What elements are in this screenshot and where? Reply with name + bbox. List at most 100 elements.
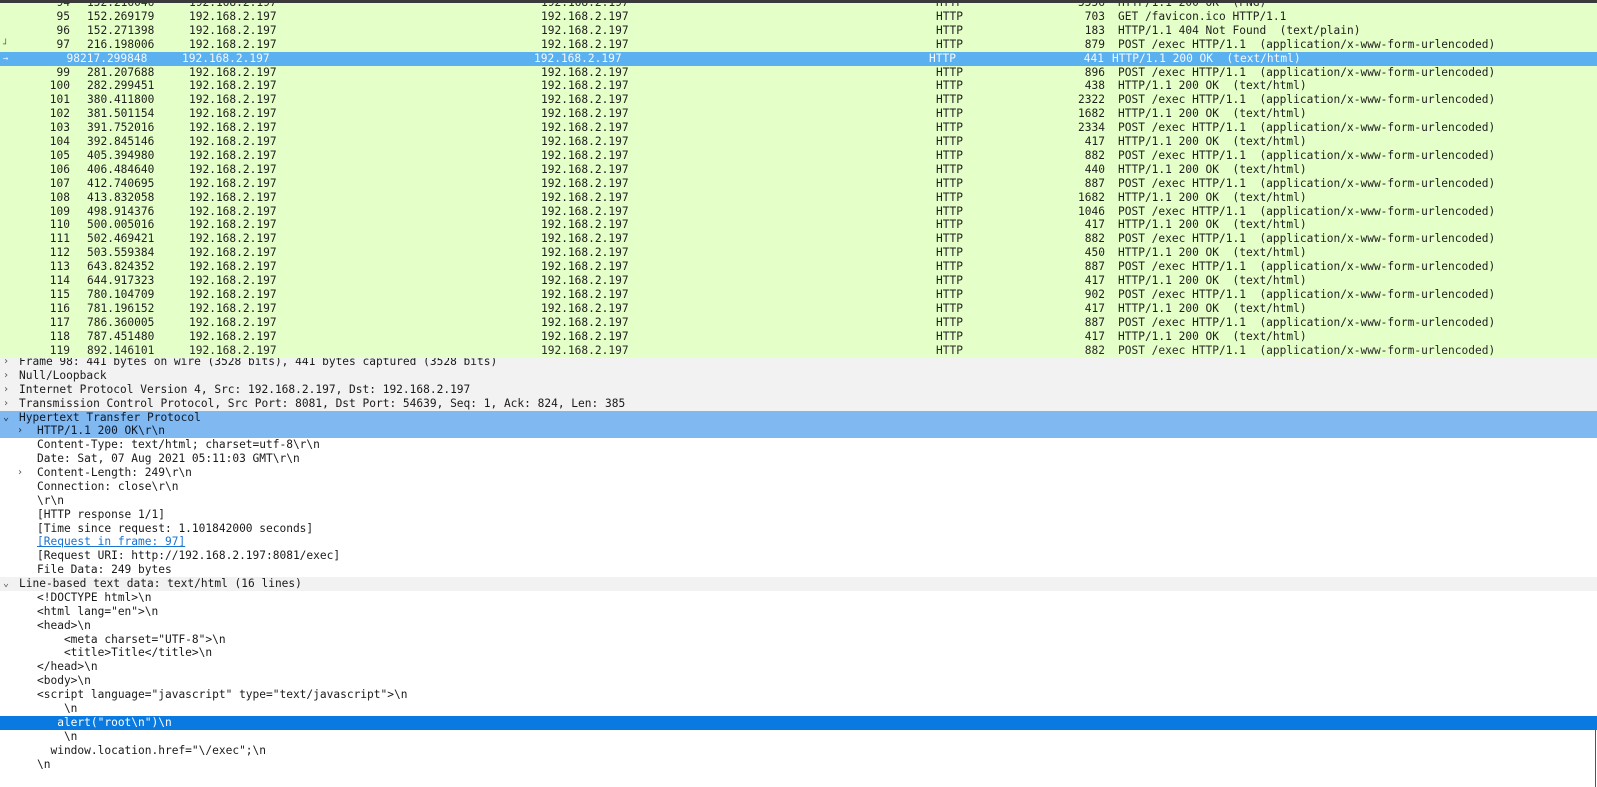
packet-source: 192.168.2.197: [189, 343, 277, 357]
detail-tree-item[interactable]: <head>\n: [0, 619, 1597, 633]
packet-row[interactable]: 102 381.501154 192.168.2.197 192.168.2.1…: [0, 107, 1597, 121]
packet-row[interactable]: 118 787.451480 192.168.2.197 192.168.2.1…: [0, 330, 1597, 344]
detail-tree-item[interactable]: Date: Sat, 07 Aug 2021 05:11:03 GMT\r\n: [0, 452, 1597, 466]
packet-number: 104: [49, 135, 70, 148]
packet-protocol: HTTP: [936, 162, 963, 176]
packet-destination: 192.168.2.197: [541, 107, 629, 121]
packet-list[interactable]: 94 152.216046 192.168.2.197 192.168.2.19…: [0, 3, 1597, 358]
detail-tree-item[interactable]: [Request URI: http://192.168.2.197:8081/…: [0, 549, 1597, 563]
packet-row[interactable]: 111 502.469421 192.168.2.197 192.168.2.1…: [0, 232, 1597, 246]
detail-tree-item[interactable]: Content-Type: text/html; charset=utf-8\r…: [0, 438, 1597, 452]
detail-tree-item-label: <body>\n: [37, 674, 91, 688]
packet-info: HTTP/1.1 200 OK (text/html): [1118, 301, 1307, 315]
detail-tree-item[interactable]: <!DOCTYPE html>\n: [0, 591, 1597, 605]
packet-row[interactable]: 119 892.146101 192.168.2.197 192.168.2.1…: [0, 344, 1597, 358]
packet-number: 116: [49, 301, 70, 315]
packet-time: 282.299451: [87, 79, 155, 93]
packet-row[interactable]: 116 781.196152 192.168.2.197 192.168.2.1…: [0, 302, 1597, 316]
packet-destination: 192.168.2.197: [541, 301, 629, 315]
packet-row[interactable]: 106 406.484640 192.168.2.197 192.168.2.1…: [0, 163, 1597, 177]
detail-tree-item[interactable]: <body>\n: [0, 674, 1597, 688]
detail-tree-item[interactable]: › HTTP/1.1 200 OK\r\n: [0, 424, 1597, 439]
packet-source: 192.168.2.197: [189, 190, 277, 204]
detail-tree-item[interactable]: › Content-Length: 249\r\n: [0, 466, 1597, 480]
packet-info: POST /exec HTTP/1.1 (application/x-www-f…: [1118, 343, 1496, 357]
detail-tree-item[interactable]: <title>Title</title>\n: [0, 646, 1597, 660]
packet-row[interactable]: 117 786.360005 192.168.2.197 192.168.2.1…: [0, 316, 1597, 330]
packet-row[interactable]: 112 503.559384 192.168.2.197 192.168.2.1…: [0, 246, 1597, 260]
detail-tree-item-label: Date: Sat, 07 Aug 2021 05:11:03 GMT\r\n: [37, 452, 300, 466]
expand-toggle-icon[interactable]: ›: [17, 466, 23, 480]
expand-toggle-icon[interactable]: ⌄: [3, 577, 9, 591]
detail-tree-item[interactable]: › Null/Loopback: [0, 368, 1597, 383]
packet-row[interactable]: 110 500.005016 192.168.2.197 192.168.2.1…: [0, 218, 1597, 232]
packet-row[interactable]: 99 281.207688 192.168.2.197 192.168.2.19…: [0, 66, 1597, 80]
detail-tree-item-label: Line-based text data: text/html (16 line…: [19, 577, 302, 591]
packet-row[interactable]: 113 643.824352 192.168.2.197 192.168.2.1…: [0, 260, 1597, 274]
detail-tree-item[interactable]: [Request in frame: 97]: [0, 535, 1597, 549]
packet-row[interactable]: 100 282.299451 192.168.2.197 192.168.2.1…: [0, 79, 1597, 93]
packet-source: 192.168.2.197: [189, 260, 277, 274]
detail-tree-item[interactable]: [HTTP response 1/1]: [0, 508, 1597, 522]
packet-row[interactable]: 109 498.914376 192.168.2.197 192.168.2.1…: [0, 205, 1597, 219]
detail-tree-item[interactable]: › Internet Protocol Version 4, Src: 192.…: [0, 382, 1597, 397]
detail-tree-item[interactable]: window.location.href="\/exec";\n: [0, 744, 1597, 758]
packet-time: 780.104709: [87, 287, 155, 301]
packet-row[interactable]: 104 392.845146 192.168.2.197 192.168.2.1…: [0, 135, 1597, 149]
packet-time: 413.832058: [87, 190, 155, 204]
packet-row[interactable]: 95 152.269179 192.168.2.197 192.168.2.19…: [0, 10, 1597, 24]
detail-tree-item[interactable]: <script language="javascript" type="text…: [0, 688, 1597, 702]
detail-tree-item[interactable]: › Transmission Control Protocol, Src Por…: [0, 396, 1597, 411]
detail-tree-item[interactable]: \n: [0, 702, 1597, 716]
packet-time: 405.394980: [87, 148, 155, 162]
packet-number: 100: [49, 79, 70, 93]
detail-tree-item[interactable]: Connection: close\r\n: [0, 480, 1597, 494]
detail-tree-item[interactable]: <meta charset="UTF-8">\n: [0, 633, 1597, 647]
packet-row[interactable]: 115 780.104709 192.168.2.197 192.168.2.1…: [0, 288, 1597, 302]
packet-destination: 192.168.2.197: [534, 51, 622, 65]
detail-tree-item[interactable]: File Data: 249 bytes: [0, 563, 1597, 577]
detail-tree-item[interactable]: \n: [0, 758, 1597, 772]
packet-row[interactable]: 103 391.752016 192.168.2.197 192.168.2.1…: [0, 121, 1597, 135]
packet-row[interactable]: 101 380.411800 192.168.2.197 192.168.2.1…: [0, 93, 1597, 107]
expand-toggle-icon[interactable]: ›: [3, 358, 9, 369]
detail-tree-item[interactable]: ⌄ Line-based text data: text/html (16 li…: [0, 577, 1597, 592]
expand-toggle-icon[interactable]: ›: [3, 369, 9, 383]
detail-tree-item[interactable]: ⌄ Hypertext Transfer Protocol: [0, 410, 1597, 425]
packet-protocol: HTTP: [936, 260, 963, 274]
detail-tree-item[interactable]: › Frame 98: 441 bytes on wire (3528 bits…: [0, 358, 1597, 369]
packet-number: 105: [49, 148, 70, 162]
packet-row[interactable]: 105 405.394980 192.168.2.197 192.168.2.1…: [0, 149, 1597, 163]
detail-tree-item-label: \n: [37, 757, 51, 771]
detail-tree-item[interactable]: \n: [0, 730, 1597, 744]
expand-toggle-icon[interactable]: ›: [3, 397, 9, 411]
packet-time: 892.146101: [87, 343, 155, 357]
detail-tree-item[interactable]: </head>\n: [0, 660, 1597, 674]
packet-row[interactable]: ┘ 97 216.198006 192.168.2.197 192.168.2.…: [0, 38, 1597, 52]
packet-protocol: HTTP: [936, 79, 963, 93]
detail-tree-item-label: Transmission Control Protocol, Src Port:…: [19, 396, 626, 410]
detail-tree-item-label: HTTP/1.1 200 OK\r\n: [37, 424, 165, 438]
packet-number: 114: [49, 274, 70, 287]
expand-toggle-icon[interactable]: ›: [17, 424, 23, 438]
packet-details-tree[interactable]: › Frame 98: 441 bytes on wire (3528 bits…: [0, 358, 1597, 787]
packet-number: 109: [49, 204, 70, 218]
packet-info: HTTP/1.1 200 OK (text/html): [1118, 246, 1307, 260]
packet-row[interactable]: 107 412.740695 192.168.2.197 192.168.2.1…: [0, 177, 1597, 191]
expand-toggle-icon[interactable]: ⌄: [3, 411, 9, 425]
detail-tree-item[interactable]: alert("root\n")\n: [0, 715, 1597, 730]
packet-source: 192.168.2.197: [189, 9, 277, 23]
detail-tree-item-label[interactable]: [Request in frame: 97]: [37, 535, 185, 549]
packet-protocol: HTTP: [936, 246, 963, 260]
packet-row[interactable]: 96 152.271398 192.168.2.197 192.168.2.19…: [0, 24, 1597, 38]
packet-time: 216.198006: [87, 37, 155, 51]
packet-info: HTTP/1.1 200 OK (text/html): [1118, 329, 1307, 343]
detail-tree-item[interactable]: [Time since request: 1.101842000 seconds…: [0, 522, 1597, 536]
packet-row[interactable]: 114 644.917323 192.168.2.197 192.168.2.1…: [0, 274, 1597, 288]
packet-row[interactable]: → 98 217.299848 192.168.2.197 192.168.2.…: [0, 51, 1597, 66]
packet-info: POST /exec HTTP/1.1 (application/x-www-f…: [1118, 204, 1496, 218]
expand-toggle-icon[interactable]: ›: [3, 383, 9, 397]
packet-row[interactable]: 108 413.832058 192.168.2.197 192.168.2.1…: [0, 191, 1597, 205]
detail-tree-item[interactable]: \r\n: [0, 494, 1597, 508]
detail-tree-item[interactable]: <html lang="en">\n: [0, 605, 1597, 619]
